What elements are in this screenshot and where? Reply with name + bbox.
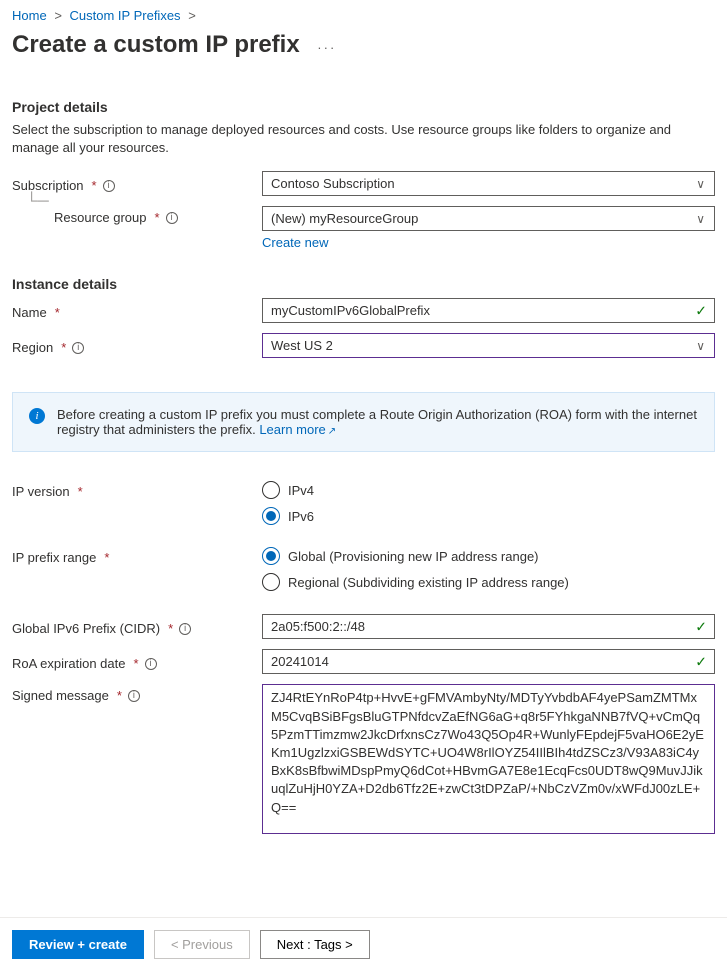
signed-label: Signed message: [12, 688, 109, 703]
ip-range-global[interactable]: Global (Provisioning new IP address rang…: [262, 546, 715, 566]
roa-input[interactable]: [262, 649, 715, 674]
info-icon[interactable]: i: [145, 658, 157, 670]
ip-version-label: IP version: [12, 484, 70, 499]
review-create-button[interactable]: Review + create: [12, 930, 144, 959]
next-button[interactable]: Next : Tags >: [260, 930, 370, 959]
resource-group-label: Resource group: [54, 210, 147, 225]
chevron-right-icon: >: [54, 8, 62, 23]
resource-group-select[interactable]: (New) myResourceGroup: [262, 206, 715, 231]
radio-icon: [262, 481, 280, 499]
breadcrumb-home[interactable]: Home: [12, 8, 47, 23]
info-box-text: Before creating a custom IP prefix you m…: [57, 407, 697, 437]
cidr-label: Global IPv6 Prefix (CIDR): [12, 621, 160, 636]
ip-version-ipv4[interactable]: IPv4: [262, 480, 715, 500]
required-icon: *: [104, 550, 109, 565]
info-icon[interactable]: i: [128, 690, 140, 702]
region-label: Region: [12, 340, 53, 355]
info-icon[interactable]: i: [72, 342, 84, 354]
roa-label: RoA expiration date: [12, 656, 125, 671]
required-icon: *: [55, 305, 60, 320]
cidr-input[interactable]: [262, 614, 715, 639]
required-icon: *: [92, 178, 97, 193]
learn-more-link[interactable]: Learn more↗: [259, 422, 336, 437]
section-project-title: Project details: [12, 99, 715, 115]
ip-prefix-range-label: IP prefix range: [12, 550, 96, 565]
create-new-link[interactable]: Create new: [262, 235, 328, 250]
info-icon[interactable]: i: [179, 623, 191, 635]
radio-icon: [262, 507, 280, 525]
info-icon: i: [29, 408, 45, 424]
info-icon[interactable]: i: [166, 212, 178, 224]
ip-range-regional[interactable]: Regional (Subdividing existing IP addres…: [262, 572, 715, 592]
previous-button: < Previous: [154, 930, 250, 959]
radio-icon: [262, 573, 280, 591]
footer: Review + create < Previous Next : Tags >: [0, 917, 727, 971]
required-icon: *: [133, 656, 138, 671]
more-actions-icon[interactable]: ···: [317, 40, 336, 55]
required-icon: *: [155, 210, 160, 225]
breadcrumb: Home > Custom IP Prefixes >: [12, 8, 715, 23]
name-input[interactable]: [262, 298, 715, 323]
info-icon[interactable]: i: [103, 180, 115, 192]
breadcrumb-custom-ip[interactable]: Custom IP Prefixes: [70, 8, 181, 23]
ip-version-ipv6[interactable]: IPv6: [262, 506, 715, 526]
signed-message-input[interactable]: [262, 684, 715, 834]
page-title: Create a custom IP prefix: [12, 31, 300, 59]
required-icon: *: [78, 484, 83, 499]
region-select[interactable]: West US 2: [262, 333, 715, 358]
external-link-icon: ↗: [328, 426, 336, 437]
section-instance-title: Instance details: [12, 276, 715, 292]
info-box: i Before creating a custom IP prefix you…: [12, 392, 715, 452]
section-project-desc: Select the subscription to manage deploy…: [12, 121, 692, 157]
required-icon: *: [168, 621, 173, 636]
subscription-label: Subscription: [12, 178, 84, 193]
name-label: Name: [12, 305, 47, 320]
chevron-right-icon: >: [188, 8, 196, 23]
required-icon: *: [117, 688, 122, 703]
subscription-select[interactable]: Contoso Subscription: [262, 171, 715, 196]
required-icon: *: [61, 340, 66, 355]
radio-icon: [262, 547, 280, 565]
